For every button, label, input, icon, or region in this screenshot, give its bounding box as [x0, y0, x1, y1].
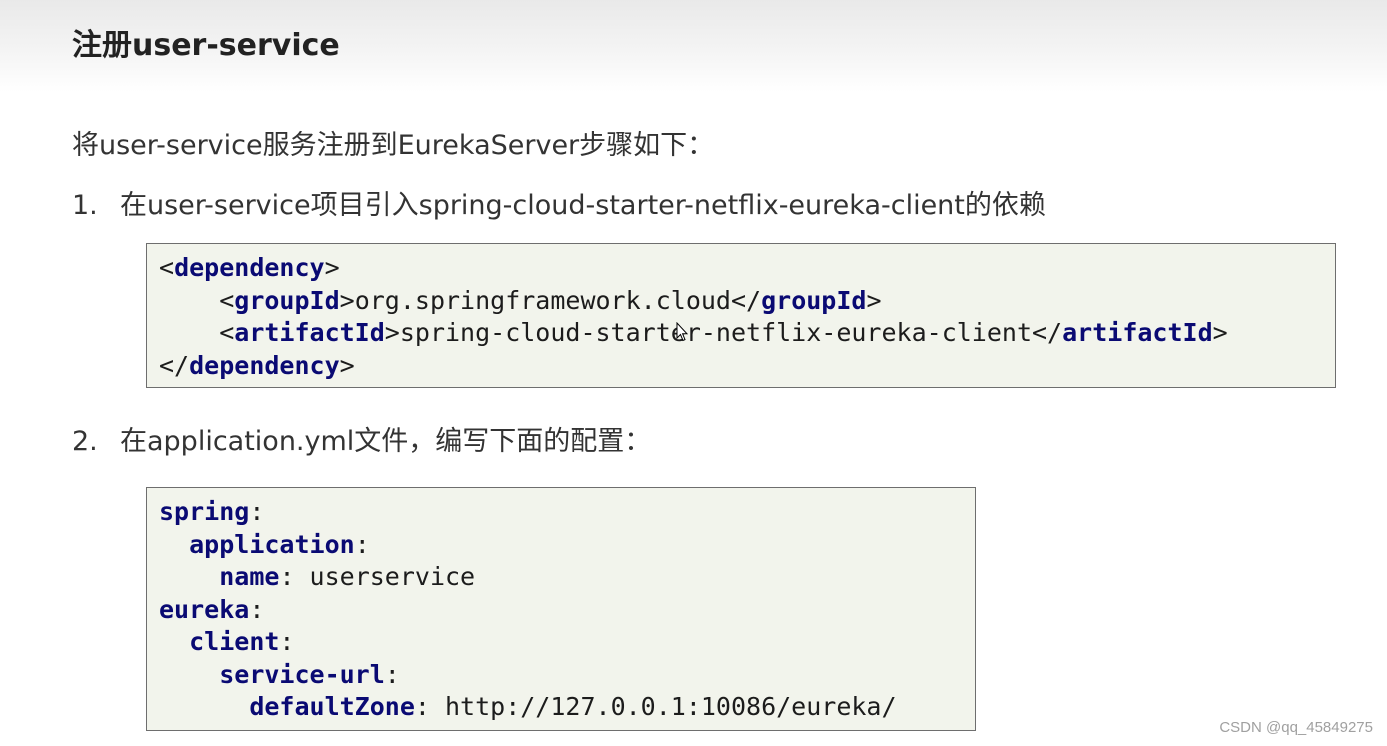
code-line: </dependency> [159, 350, 355, 380]
page-title: 注册user-service [72, 28, 340, 63]
code-tag: artifactId [1062, 318, 1213, 347]
code-line: name: userservice [219, 562, 476, 591]
step-1: 1. 在user-service项目引入spring-cloud-starter-… [72, 183, 1046, 222]
watermark: CSDN @qq_45849275 [1219, 719, 1373, 736]
code-key: service-url [219, 659, 385, 689]
code-key: application [189, 529, 355, 559]
code-line: spring: [159, 497, 265, 526]
code-tag: artifactId [234, 318, 385, 347]
step-2: 2. 在application.yml文件，编写下面的配置： [72, 419, 651, 458]
code-block-xml: <dependency> <groupId>org.springframewor… [146, 243, 1336, 388]
step-2-number: 2. [72, 426, 98, 457]
code-value: http://127.0.0.1:10086/eureka/ [445, 692, 897, 721]
mouse-cursor-icon [676, 322, 688, 342]
code-tag: groupId [761, 285, 867, 315]
code-line: client: [189, 627, 295, 656]
code-value: org.springframework.cloud [354, 285, 731, 315]
code-tag: groupId [234, 285, 340, 315]
code-key: client [189, 627, 280, 656]
code-key: spring [159, 497, 250, 526]
code-block-yml: spring: application: name: userservice e… [146, 487, 976, 731]
code-value: spring-cloud-starter-netflix-eureka-clie… [399, 318, 1032, 347]
code-line: defaultZone: http://127.0.0.1:10086/eure… [249, 692, 897, 721]
code-key: name [219, 562, 280, 591]
code-line: <groupId>org.springframework.cloud</grou… [159, 285, 882, 315]
code-key: eureka [159, 594, 250, 624]
code-line: <dependency> [159, 253, 340, 282]
code-value: userservice [309, 562, 476, 591]
intro-text: 将user-service服务注册到EurekaServer步骤如下： [72, 130, 715, 161]
code-line: eureka: [159, 594, 265, 624]
step-1-text: 在user-service项目引入spring-cloud-starter-ne… [120, 190, 1046, 221]
code-tag: dependency [189, 350, 340, 380]
code-line: <artifactId>spring-cloud-starter-netflix… [159, 318, 1228, 347]
code-line: service-url: [219, 659, 400, 689]
code-tag: dependency [174, 253, 325, 282]
code-key: defaultZone [249, 692, 415, 721]
code-line: application: [189, 529, 370, 559]
slide-page: 注册user-service 将user-service服务注册到EurekaS… [0, 0, 1387, 746]
step-1-number: 1. [72, 190, 98, 221]
step-2-text: 在application.yml文件，编写下面的配置： [120, 426, 652, 457]
